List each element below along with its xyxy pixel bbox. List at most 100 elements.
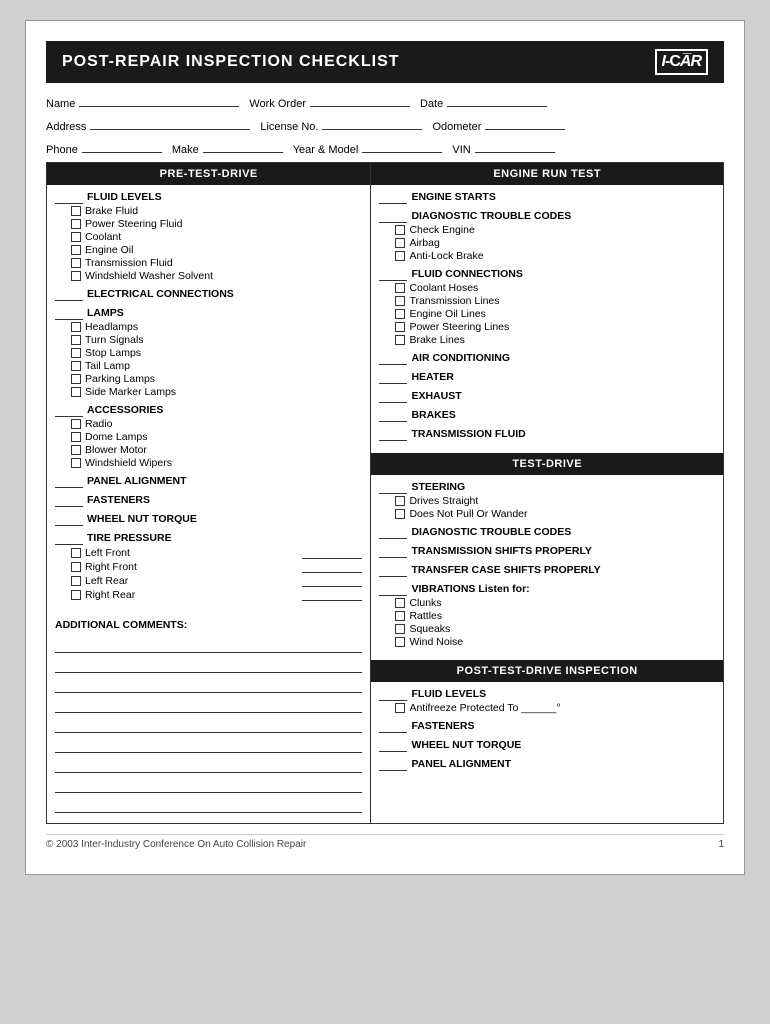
checkbox-left-rear[interactable] [71,576,81,586]
electrical-blank[interactable] [55,288,83,301]
checkbox-parking-lamps[interactable] [71,374,81,384]
make-input[interactable] [203,139,283,153]
lamps-blank[interactable] [55,307,83,320]
title-bar: POST-REPAIR INSPECTION CHECKLIST I-CA̅R [46,41,724,83]
comment-line-3[interactable] [55,677,362,693]
checkbox-radio[interactable] [71,419,81,429]
steering-blank[interactable] [379,481,407,494]
comment-line-7[interactable] [55,757,362,773]
checkbox-wind-noise[interactable] [395,637,405,647]
checkbox-brake-lines[interactable] [395,335,405,345]
wheel-nut-post-blank[interactable] [379,739,407,752]
checkbox-blower-motor[interactable] [71,445,81,455]
test-drive-content: STEERING Drives Straight Does Not Pull O… [371,475,723,660]
brakes-blank[interactable] [379,409,407,422]
accessories-blank[interactable] [55,404,83,417]
list-item: Blower Motor [71,444,362,456]
fasteners-post-blank[interactable] [379,720,407,733]
dtc-test-row: DIAGNOSTIC TROUBLE CODES [379,526,715,539]
heater-blank[interactable] [379,371,407,384]
comment-line-9[interactable] [55,797,362,813]
checkbox-tail-lamp[interactable] [71,361,81,371]
checkbox-rattles[interactable] [395,611,405,621]
odometer-input[interactable] [485,116,565,130]
license-field: License No. [260,116,422,133]
license-input[interactable] [322,116,422,130]
exhaust-blank[interactable] [379,390,407,403]
transfer-case-blank[interactable] [379,564,407,577]
checkbox-power-steering[interactable] [71,219,81,229]
comment-line-8[interactable] [55,777,362,793]
year-model-input[interactable] [362,139,442,153]
trans-shifts-blank[interactable] [379,545,407,558]
fasteners-post-label: FASTENERS [411,720,474,732]
fluid-levels-blank[interactable] [55,191,83,204]
tire-pressure-blank[interactable] [55,532,83,545]
checkbox-stop-lamps[interactable] [71,348,81,358]
fluid-levels-post-blank[interactable] [379,688,407,701]
work-order-input[interactable] [310,93,410,107]
comment-line-6[interactable] [55,737,362,753]
name-input[interactable] [79,93,239,107]
checkbox-clunks[interactable] [395,598,405,608]
checkbox-headlamps[interactable] [71,322,81,332]
checkbox-brake-fluid[interactable] [71,206,81,216]
year-model-label: Year & Model [293,144,359,156]
checkbox-engine-oil[interactable] [71,245,81,255]
checkbox-abs[interactable] [395,251,405,261]
comment-line-2[interactable] [55,657,362,673]
engine-starts-blank[interactable] [379,191,407,204]
right-rear-input[interactable] [302,588,362,601]
year-model-field: Year & Model [293,139,443,156]
address-input[interactable] [90,116,250,130]
vibrations-subitems: Clunks Rattles Squeaks Wind Noise [379,597,715,648]
dtc-engine-blank[interactable] [379,210,407,223]
comment-line-4[interactable] [55,697,362,713]
checkbox-right-rear[interactable] [71,590,81,600]
checkbox-ps-lines[interactable] [395,322,405,332]
checkbox-check-engine[interactable] [395,225,405,235]
checkbox-coolant[interactable] [71,232,81,242]
date-input[interactable] [447,93,547,107]
checkbox-airbag[interactable] [395,238,405,248]
vin-input[interactable] [475,139,555,153]
checkbox-coolant-hoses[interactable] [395,283,405,293]
comment-line-1[interactable] [55,637,362,653]
wheel-nut-blank[interactable] [55,513,83,526]
left-rear-input[interactable] [302,574,362,587]
checkbox-trans-lines[interactable] [395,296,405,306]
page-title: POST-REPAIR INSPECTION CHECKLIST [62,53,400,71]
checkbox-antifreeze[interactable] [395,703,405,713]
checkbox-left-front[interactable] [71,548,81,558]
trans-fluid-run-blank[interactable] [379,428,407,441]
vibrations-blank[interactable] [379,583,407,596]
lamps-label: LAMPS [87,307,124,319]
fasteners-blank[interactable] [55,494,83,507]
list-item: Does Not Pull Or Wander [395,508,715,520]
panel-alignment-blank[interactable] [55,475,83,488]
electrical-block: ELECTRICAL CONNECTIONS [55,288,362,301]
checkbox-washer-solvent[interactable] [71,271,81,281]
checkbox-no-pull[interactable] [395,509,405,519]
checkbox-right-front[interactable] [71,562,81,572]
checkbox-drives-straight[interactable] [395,496,405,506]
list-item: Power Steering Fluid [71,218,362,230]
checkbox-squeaks[interactable] [395,624,405,634]
checkbox-turn-signals[interactable] [71,335,81,345]
fluid-connections-blank[interactable] [379,268,407,281]
checkbox-trans-fluid[interactable] [71,258,81,268]
phone-input[interactable] [82,139,162,153]
ac-blank[interactable] [379,352,407,365]
left-front-input[interactable] [302,546,362,559]
comment-line-5[interactable] [55,717,362,733]
checkbox-wipers[interactable] [71,458,81,468]
dtc-test-blank[interactable] [379,526,407,539]
checkbox-dome-lamps[interactable] [71,432,81,442]
panel-alignment-post-blank[interactable] [379,758,407,771]
footer-page-number: 1 [718,839,724,850]
checkbox-engine-oil-lines[interactable] [395,309,405,319]
checkbox-side-marker[interactable] [71,387,81,397]
pre-test-drive-header: PRE-TEST-DRIVE [47,163,370,185]
accessories-row: ACCESSORIES [55,404,362,417]
right-front-input[interactable] [302,560,362,573]
